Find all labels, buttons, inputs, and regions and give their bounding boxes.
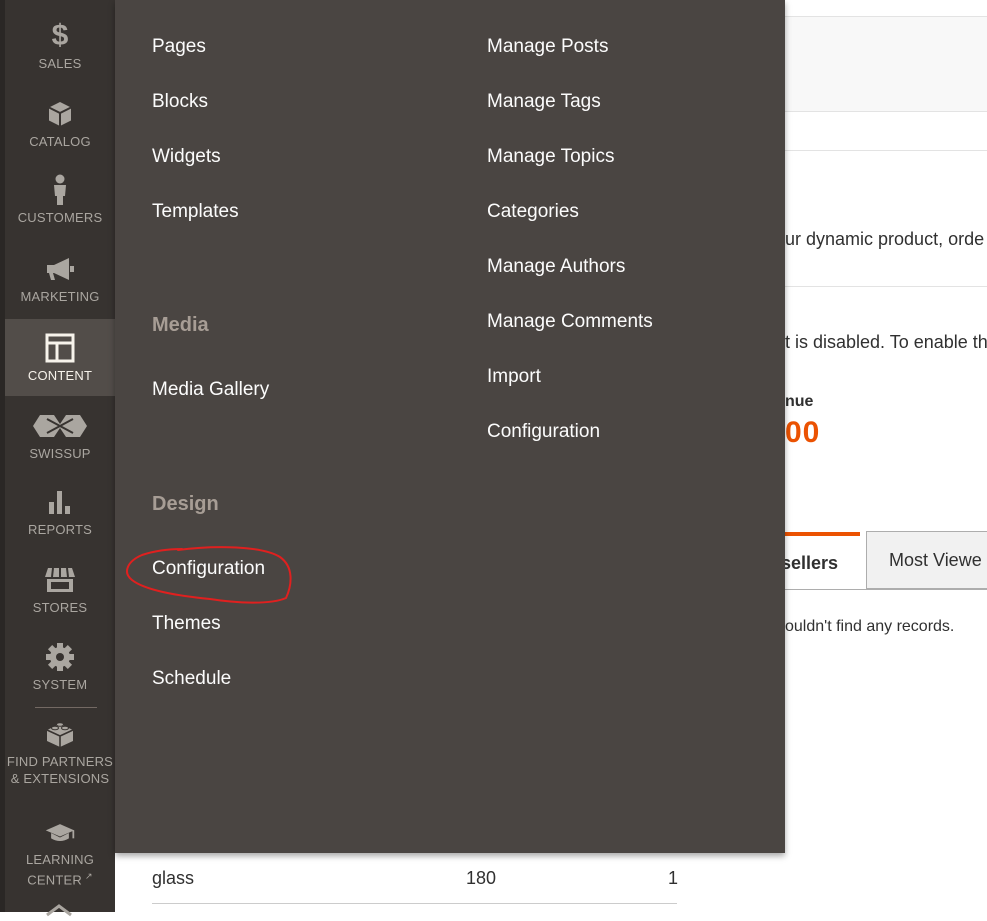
divider [785,286,987,287]
nav-sales[interactable]: $ SALES [5,20,115,78]
table-row-divider [152,903,677,904]
menu-link-manage-posts[interactable]: Manage Posts [487,35,608,59]
person-icon [44,174,76,206]
divider [785,111,987,112]
menu-link-themes[interactable]: Themes [152,612,221,636]
page-header-band [785,16,987,111]
nav-find-partners-extensions[interactable]: FIND PARTNERS & EXTENSIONS [5,718,115,788]
swissup-logo-icon [30,410,90,442]
content-submenu-flyout: Pages Blocks Widgets Templates Media Med… [115,0,785,853]
gear-icon [44,641,76,673]
menu-link-manage-authors[interactable]: Manage Authors [487,255,625,279]
table-cell-count: 1 [668,868,679,888]
menu-link-templates[interactable]: Templates [152,200,239,224]
menu-link-widgets[interactable]: Widgets [152,145,221,169]
menu-link-pages[interactable]: Pages [152,35,206,59]
nav-learning-center[interactable]: LEARNING CENTER ↗ [5,818,115,888]
nav-label: STORES [32,600,88,615]
nav-label: FIND PARTNERS & EXTENSIONS [6,754,114,786]
nav-stores[interactable]: STORES [5,564,115,622]
admin-sidebar: $ SALES CATALOG CUSTOMERS MARKETING CONT… [0,0,115,917]
nav-customers[interactable]: CUSTOMERS [5,174,115,232]
menu-link-schedule[interactable]: Schedule [152,667,231,691]
box-icon [44,98,76,130]
external-link-icon: ↗ [84,870,93,881]
menu-link-manage-comments[interactable]: Manage Comments [487,310,653,334]
menu-link-categories[interactable]: Categories [487,200,579,224]
menu-link-manage-tags[interactable]: Manage Tags [487,90,601,114]
chart-disabled-message: t is disabled. To enable th [785,332,987,352]
bar-chart-icon [44,486,76,518]
graduation-cap-icon [44,818,76,848]
nav-catalog[interactable]: CATALOG [5,98,115,156]
menu-link-media-gallery[interactable]: Media Gallery [152,378,269,402]
lego-brick-icon [44,718,76,750]
divider [785,150,987,151]
layout-icon [44,332,76,364]
menu-link-design-configuration[interactable]: Configuration [152,557,265,581]
menu-heading-design: Design [152,493,219,515]
nav-label: MARKETING [20,289,100,304]
nav-reports[interactable]: REPORTS [5,486,115,544]
nav-label: CONTENT [27,367,93,383]
nav-label: LEARNING CENTER ↗ [25,851,95,887]
menu-link-manage-topics[interactable]: Manage Topics [487,145,614,169]
menu-heading-media: Media [152,314,209,336]
table-cell-quantity: 180 [466,868,497,888]
menu-link-blocks[interactable]: Blocks [152,90,208,114]
tab-most-viewed[interactable]: Most Viewe [866,531,987,589]
nav-swissup[interactable]: SWISSUP [5,410,115,468]
dollar-icon: $ [51,19,69,52]
nav-system[interactable]: SYSTEM [5,641,115,699]
nav-label: SALES [38,56,82,71]
menu-link-blog-configuration[interactable]: Configuration [487,420,600,444]
nav-label: CUSTOMERS [17,210,103,225]
nav-label: SWISSUP [29,446,91,461]
divider [785,16,987,17]
tabs-divider [785,589,987,590]
megaphone-icon [44,253,76,285]
nav-label: CATALOG [29,134,91,149]
revenue-label: nue [785,393,814,410]
revenue-value: 00 [785,416,821,449]
nav-label: SYSTEM [32,677,88,692]
no-records-message: ouldn't find any records. [785,618,955,635]
storefront-icon [44,564,76,596]
nav-marketing[interactable]: MARKETING [5,253,115,311]
nav-label: REPORTS [27,522,92,537]
nav-content[interactable]: CONTENT [5,319,115,396]
dynamic-data-message: ur dynamic product, orde [785,229,985,249]
menu-link-import[interactable]: Import [487,365,541,389]
sidebar-divider [35,707,97,708]
tab-bestsellers[interactable]: sellers [781,532,860,590]
table-cell-product: glass [152,868,195,888]
